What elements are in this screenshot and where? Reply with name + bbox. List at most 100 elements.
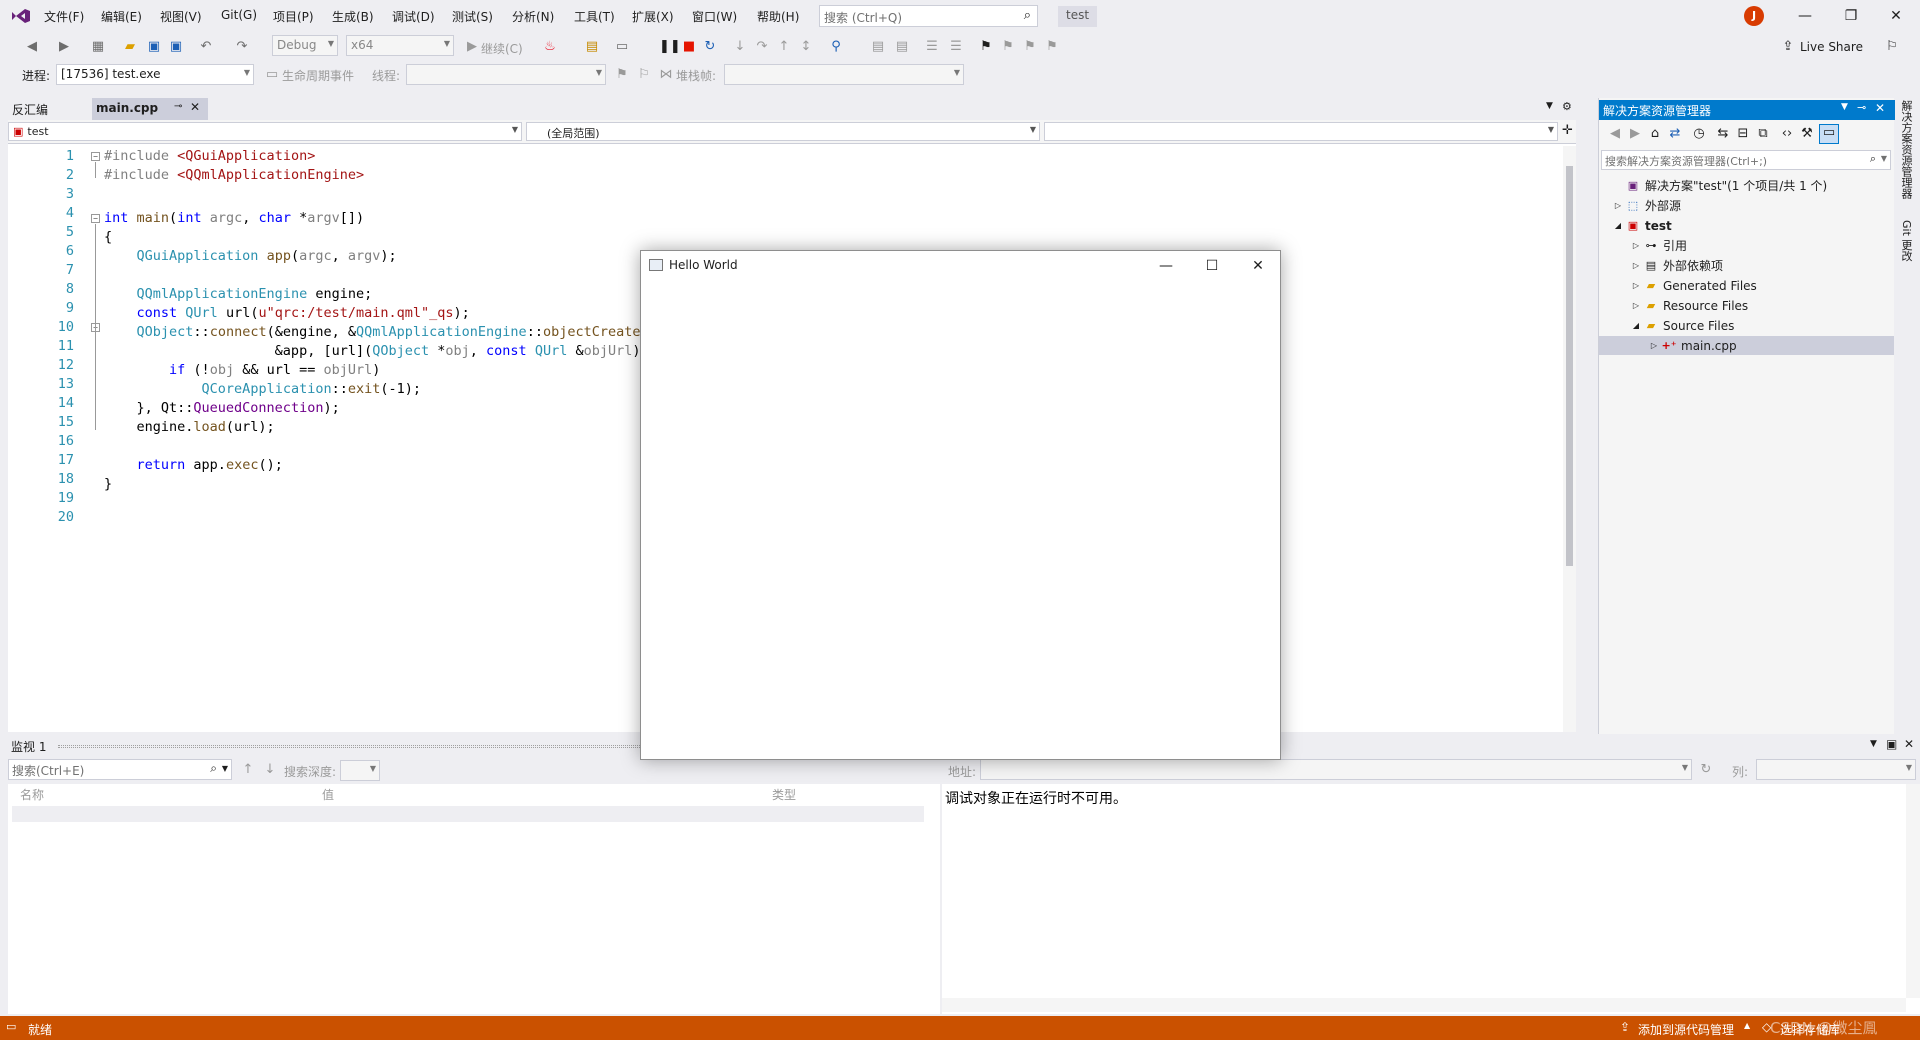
outdent-icon[interactable]: ☰ [948, 39, 964, 55]
hw-maximize-button[interactable]: ☐ [1189, 251, 1235, 281]
collapse-all-icon[interactable]: ⊟ [1735, 126, 1751, 142]
tree-solution[interactable]: ▣ 解决方案"test"(1 个项目/共 1 个) [1611, 176, 1827, 195]
hello-world-window[interactable]: Hello World — ☐ ✕ [640, 250, 1281, 760]
flag-thread-icon[interactable]: ⚑ [614, 67, 630, 83]
save-icon[interactable]: ▣ [146, 39, 162, 55]
window-options-icon[interactable]: ▼ [1870, 739, 1877, 749]
column-header-name[interactable]: 名称 [20, 786, 44, 803]
hw-close-button[interactable]: ✕ [1235, 251, 1281, 281]
menu-build[interactable]: 生成(B) [332, 8, 374, 25]
stop-icon[interactable]: ■ [681, 39, 697, 55]
hot-reload-icon[interactable]: ♨ [542, 39, 558, 55]
tree-external-sources[interactable]: ▷ ⬚ 外部源 [1611, 196, 1681, 215]
back-icon[interactable]: ◀ [1607, 126, 1623, 142]
tree-resource-files[interactable]: ▷ ▰ Resource Files [1629, 296, 1748, 315]
reevaluate-icon[interactable]: ↻ [1698, 762, 1714, 778]
menu-git[interactable]: Git(G) [221, 8, 257, 22]
notification-icon[interactable]: ▭ [6, 1020, 16, 1033]
hello-world-content[interactable] [641, 281, 1280, 759]
menu-tools[interactable]: 工具(T) [574, 8, 615, 25]
sync-icon[interactable]: ⇆ [1715, 126, 1731, 142]
close-panel-icon[interactable]: ✕ [1875, 101, 1885, 115]
side-tab-git-changes[interactable]: Git 更改 [1898, 220, 1914, 261]
hello-world-title-bar[interactable]: Hello World — ☐ ✕ [641, 251, 1280, 281]
forward-icon[interactable]: ▶ [1627, 126, 1643, 142]
properties-icon[interactable]: ⚒ [1799, 126, 1815, 142]
tree-generated-files[interactable]: ▷ ▰ Generated Files [1629, 276, 1757, 295]
back-icon[interactable]: ◀ [24, 39, 40, 55]
menu-analyze[interactable]: 分析(N) [512, 8, 554, 25]
filter-thread-icon[interactable]: ⚐ [636, 67, 652, 83]
new-item-icon[interactable]: ▦ [90, 39, 106, 55]
fold-collapse-icon[interactable]: − [91, 214, 100, 223]
view-code-icon[interactable]: ‹› [1779, 126, 1795, 142]
continue-button[interactable]: 继续(C) [481, 40, 523, 57]
solution-name-badge[interactable]: test [1058, 6, 1098, 27]
open-folder-icon[interactable]: ▰ [122, 39, 138, 55]
chevron-right-icon[interactable]: ▷ [1611, 201, 1625, 210]
live-share-button[interactable]: Live Share [1800, 40, 1863, 54]
watch-new-row[interactable] [12, 806, 924, 822]
tree-references[interactable]: ▷ ⊶ 引用 [1629, 236, 1687, 255]
prev-bookmark-icon[interactable]: ⚑ [1000, 39, 1016, 55]
tab-list-dropdown-icon[interactable]: ▼ [1546, 101, 1553, 111]
preview-selected-icon[interactable]: ▭ [1819, 124, 1839, 144]
lifecycle-events-button[interactable]: 生命周期事件 [282, 67, 354, 84]
chevron-right-icon[interactable]: ▷ [1629, 241, 1643, 250]
chevron-right-icon[interactable]: ▷ [1629, 301, 1643, 310]
restart-icon[interactable]: ↻ [702, 39, 718, 55]
redo-icon[interactable]: ↷ [234, 39, 250, 55]
chevron-down-icon[interactable]: ◢ [1611, 221, 1625, 230]
menu-edit[interactable]: 编辑(E) [101, 8, 142, 25]
menu-debug[interactable]: 调试(D) [392, 8, 435, 25]
project-nav-select[interactable]: ▣ test ▼ [8, 122, 522, 141]
forward-icon[interactable]: ▶ [56, 39, 72, 55]
layout-icon[interactable]: ▭ [614, 39, 630, 55]
pin-icon[interactable]: ⊸ [174, 101, 182, 112]
close-panel-icon[interactable]: ✕ [1904, 737, 1914, 751]
bookmark-icon[interactable]: ⚑ [978, 39, 994, 55]
switch-view-icon[interactable]: ⇄ [1667, 126, 1683, 142]
chevron-right-icon[interactable]: ▷ [1629, 281, 1643, 290]
next-bookmark-icon[interactable]: ⚑ [1022, 39, 1038, 55]
menu-extensions[interactable]: 扩展(X) [632, 8, 674, 25]
undo-icon[interactable]: ↶ [198, 39, 214, 55]
fold-collapse-icon[interactable]: − [91, 152, 100, 161]
thread-select[interactable]: ▼ [406, 64, 606, 85]
memory-vertical-scrollbar[interactable] [1906, 784, 1920, 998]
menu-file[interactable]: 文件(F) [44, 8, 84, 25]
hw-minimize-button[interactable]: — [1143, 251, 1189, 281]
solution-search-input[interactable]: 搜索解决方案资源管理器(Ctrl+;) ⌕ ▼ [1601, 150, 1891, 170]
feedback-icon[interactable]: ⚐ [1884, 39, 1900, 55]
visual-studio-logo-icon[interactable] [10, 7, 32, 25]
vertical-scrollbar[interactable] [1563, 146, 1576, 732]
columns-select[interactable]: ▼ [1756, 759, 1916, 780]
memory-horizontal-scrollbar[interactable] [942, 998, 1906, 1012]
avatar[interactable]: J [1744, 6, 1764, 26]
tab-disassembly[interactable]: 反汇编 [8, 98, 53, 120]
search-down-icon[interactable]: ↓ [262, 762, 278, 778]
process-select[interactable]: [17536] test.exe ▼ [56, 64, 254, 85]
side-tab-solution-explorer[interactable]: 解决方案资源管理器 [1898, 100, 1914, 199]
comment-icon[interactable]: ▤ [870, 39, 886, 55]
chevron-down-icon[interactable]: ◢ [1629, 321, 1643, 330]
tree-source-files[interactable]: ◢ ▰ Source Files [1629, 316, 1734, 335]
chevron-right-icon[interactable]: ▷ [1647, 341, 1661, 350]
thread-icon[interactable]: ⚲ [828, 39, 844, 55]
column-header-type[interactable]: 类型 [772, 786, 796, 803]
maximize-icon[interactable]: ▣ [1886, 737, 1897, 751]
pause-icon[interactable]: ❚❚ [659, 39, 681, 55]
settings-gear-icon[interactable]: ⚙ [1562, 100, 1572, 113]
tab-main-cpp[interactable]: main.cpp ⊸ ✕ [92, 98, 208, 120]
menu-window[interactable]: 窗口(W) [692, 8, 737, 25]
close-button[interactable]: ✕ [1874, 4, 1918, 28]
thread-options-icon[interactable]: ⋈ [658, 67, 674, 83]
minimize-button[interactable]: — [1783, 4, 1827, 28]
search-up-icon[interactable]: ↑ [240, 762, 256, 778]
platform-select[interactable]: x64 ▼ [346, 35, 454, 56]
continue-play-icon[interactable]: ▶ [464, 39, 480, 55]
show-all-files-icon[interactable]: ⧉ [1755, 126, 1771, 142]
pin-icon[interactable]: ⊸ [1857, 101, 1866, 114]
configuration-select[interactable]: Debug ▼ [272, 35, 338, 56]
stack-frame-select[interactable]: ▼ [724, 64, 964, 85]
